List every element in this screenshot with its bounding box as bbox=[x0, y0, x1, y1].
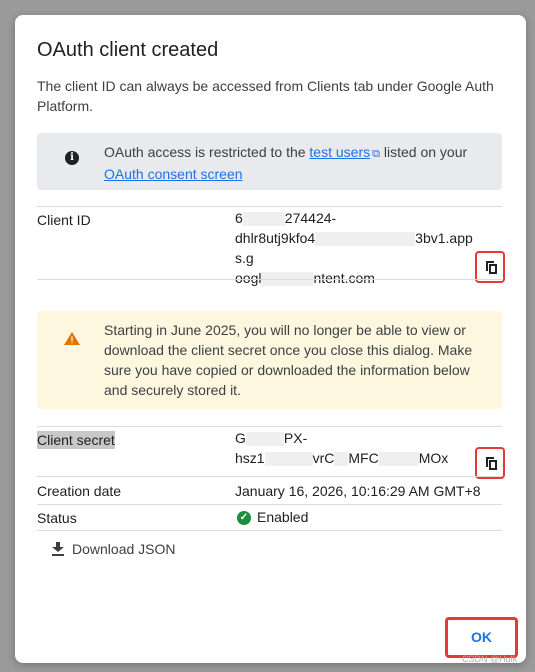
info-banner: i OAuth access is restricted to the test… bbox=[37, 133, 502, 190]
redaction-mask bbox=[264, 452, 313, 467]
creation-date-value: January 16, 2026, 10:16:29 AM GMT+8 bbox=[235, 483, 481, 499]
download-icon bbox=[52, 542, 64, 556]
creation-date-label: Creation date bbox=[37, 483, 122, 499]
redaction-mask bbox=[242, 212, 285, 227]
dialog-title: OAuth client created bbox=[37, 39, 219, 61]
copy-icon bbox=[486, 261, 497, 274]
oauth-consent-screen-link[interactable]: OAuth consent screen bbox=[104, 166, 243, 182]
info-icon: i bbox=[65, 151, 79, 165]
divider bbox=[37, 504, 502, 505]
client-secret-label: Client secret bbox=[37, 431, 115, 449]
client-id-label: Client ID bbox=[37, 212, 91, 228]
redaction-mask bbox=[378, 452, 419, 467]
status-label: Status bbox=[37, 510, 77, 526]
client-id-value: 6 274424- dhlr8utj9kfo4 3bv1.apps.g oogl nt… bbox=[235, 210, 473, 287]
dialog-intro: The client ID can always be accessed fro… bbox=[37, 78, 494, 114]
copy-client-secret-button[interactable] bbox=[475, 447, 505, 479]
ok-button[interactable]: OK bbox=[445, 617, 518, 658]
redaction-mask bbox=[315, 232, 416, 247]
watermark: CSDN @Hulk bbox=[462, 654, 518, 664]
client-secret-value: G PX- hsz1 vrC MFC MOx bbox=[235, 430, 449, 467]
download-json-label: Download JSON bbox=[72, 541, 176, 557]
divider bbox=[37, 476, 502, 477]
divider bbox=[37, 279, 502, 280]
test-users-link[interactable]: test users bbox=[309, 144, 370, 160]
redaction-mask bbox=[245, 432, 284, 447]
check-circle-icon: ✓ bbox=[237, 511, 251, 525]
divider bbox=[37, 530, 502, 531]
copy-icon bbox=[486, 457, 497, 470]
divider bbox=[37, 206, 502, 207]
redaction-mask bbox=[334, 452, 349, 467]
external-link-icon: ⧉ bbox=[372, 148, 380, 160]
status-value: Enabled bbox=[257, 509, 309, 525]
info-text: OAuth access is restricted to the test u… bbox=[104, 144, 468, 182]
warning-banner: ! Starting in June 2025, you will no lon… bbox=[37, 311, 502, 409]
warning-text: Starting in June 2025, you will no longe… bbox=[104, 322, 473, 398]
divider bbox=[37, 426, 502, 427]
oauth-client-created-dialog: OAuth client created The client ID can a… bbox=[15, 15, 526, 663]
